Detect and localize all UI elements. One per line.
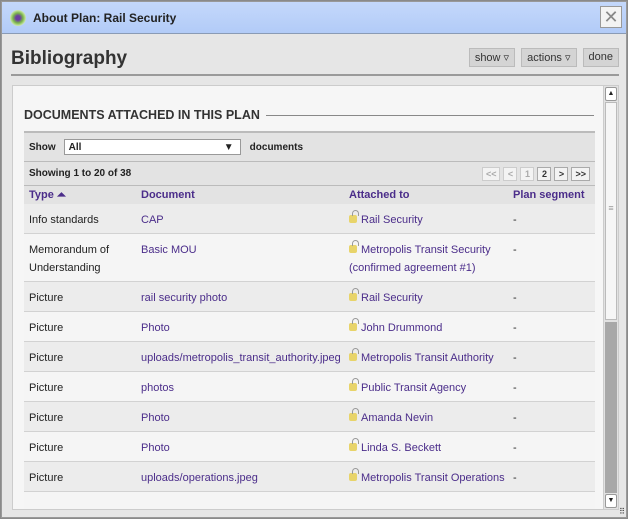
attached-to-link[interactable]: Metropolis Transit Security (confirmed a… bbox=[349, 244, 491, 274]
lock-icon bbox=[349, 408, 359, 421]
row-plan-segment: - bbox=[513, 382, 517, 394]
lock-icon bbox=[349, 288, 359, 301]
row-type: Picture bbox=[29, 382, 64, 394]
first-page-button[interactable]: << bbox=[481, 166, 501, 181]
row-plan-segment: - bbox=[513, 244, 517, 256]
row-type: Picture bbox=[29, 442, 64, 454]
row-plan-segment: - bbox=[513, 214, 517, 226]
document-link[interactable]: rail security photo bbox=[141, 292, 227, 304]
document-filter-select[interactable]: All ▼ bbox=[63, 139, 241, 155]
table-row: Picture photos Public Transit Agency - bbox=[24, 372, 595, 402]
filter-value: All bbox=[68, 141, 82, 153]
document-link[interactable]: uploads/metropolis_transit_authority.jpe… bbox=[141, 352, 341, 364]
show-menu-button[interactable]: show ▿ bbox=[468, 48, 516, 67]
document-link[interactable]: uploads/operations.jpeg bbox=[141, 472, 258, 484]
resize-grip-icon[interactable]: ⠿ bbox=[619, 507, 625, 516]
attached-to-link[interactable]: John Drummond bbox=[361, 322, 442, 334]
row-type: Picture bbox=[29, 472, 64, 484]
content-panel: DOCUMENTS ATTACHED IN THIS PLAN Show All… bbox=[12, 85, 619, 510]
row-type: Picture bbox=[29, 292, 64, 304]
header: Bibliography show ▿ actions ▿ done bbox=[11, 46, 619, 76]
table-row: Picture rail security photo Rail Securit… bbox=[24, 282, 595, 312]
row-plan-segment: - bbox=[513, 412, 517, 424]
title-bar[interactable]: About Plan: Rail Security bbox=[2, 2, 626, 34]
lock-icon bbox=[349, 438, 359, 451]
paging-summary: Showing 1 to 20 of 38 bbox=[29, 168, 132, 179]
lock-icon bbox=[349, 378, 359, 391]
document-link[interactable]: Photo bbox=[141, 322, 170, 334]
table-row: Picture uploads/operations.jpeg Metropol… bbox=[24, 462, 595, 492]
show-label: Show bbox=[29, 141, 56, 153]
documents-label: documents bbox=[249, 141, 304, 153]
column-type[interactable]: Type ⏶ bbox=[24, 189, 141, 202]
lock-icon bbox=[349, 468, 359, 481]
section-title: DOCUMENTS ATTACHED IN THIS PLAN bbox=[24, 108, 260, 122]
table-row: Picture Photo Linda S. Beckett - bbox=[24, 432, 595, 462]
document-link[interactable]: photos bbox=[141, 382, 174, 394]
lock-icon bbox=[349, 210, 359, 223]
scroll-down-icon[interactable]: ▼ bbox=[605, 494, 617, 508]
app-logo-icon bbox=[10, 9, 26, 26]
done-button[interactable]: done bbox=[582, 48, 619, 67]
paging-bar: Showing 1 to 20 of 38 << < 1 2 > >> bbox=[24, 161, 595, 186]
next-page-button[interactable]: > bbox=[554, 166, 569, 181]
column-document[interactable]: Document bbox=[141, 189, 349, 201]
lock-icon bbox=[349, 318, 359, 331]
filter-bar: Show All ▼ documents bbox=[24, 131, 595, 161]
row-plan-segment: - bbox=[513, 352, 517, 364]
vertical-scrollbar[interactable]: ▲ ≡ ▼ bbox=[603, 86, 618, 509]
window-title: About Plan: Rail Security bbox=[33, 10, 177, 25]
row-plan-segment: - bbox=[513, 292, 517, 304]
row-plan-segment: - bbox=[513, 322, 517, 334]
attached-to-link[interactable]: Metropolis Transit Operations bbox=[361, 472, 505, 484]
row-type: Info standards bbox=[29, 214, 99, 226]
table-row: Memorandum of Understanding Basic MOU Me… bbox=[24, 234, 595, 282]
document-link[interactable]: CAP bbox=[141, 214, 164, 226]
row-type: Picture bbox=[29, 412, 64, 424]
section-heading: DOCUMENTS ATTACHED IN THIS PLAN bbox=[24, 108, 594, 122]
table-row: Picture uploads/metropolis_transit_autho… bbox=[24, 342, 595, 372]
page-1-button[interactable]: 1 bbox=[520, 166, 535, 181]
scroll-up-icon[interactable]: ▲ bbox=[605, 87, 617, 101]
prev-page-button[interactable]: < bbox=[503, 166, 518, 181]
documents-table: Show All ▼ documents Showing 1 to 20 of 3… bbox=[24, 131, 595, 509]
attached-to-link[interactable]: Metropolis Transit Authority bbox=[361, 352, 494, 364]
table-row bbox=[24, 492, 595, 509]
row-type: Memorandum of Understanding bbox=[29, 244, 110, 274]
lock-icon bbox=[349, 348, 359, 361]
column-plan-segment[interactable]: Plan segment bbox=[513, 189, 595, 201]
row-type: Picture bbox=[29, 322, 64, 334]
attached-to-link[interactable]: Amanda Nevin bbox=[361, 412, 433, 424]
page-2-button[interactable]: 2 bbox=[537, 166, 552, 181]
row-type: Picture bbox=[29, 352, 64, 364]
document-link[interactable]: Photo bbox=[141, 442, 170, 454]
lock-icon bbox=[349, 240, 359, 253]
row-plan-segment: - bbox=[513, 472, 517, 484]
document-link[interactable]: Photo bbox=[141, 412, 170, 424]
dropdown-arrow-icon: ▼ bbox=[223, 141, 234, 153]
document-link[interactable]: Basic MOU bbox=[141, 244, 197, 256]
attached-to-link[interactable]: Linda S. Beckett bbox=[361, 442, 441, 454]
table-row: Info standards CAP Rail Security - bbox=[24, 204, 595, 234]
last-page-button[interactable]: >> bbox=[571, 166, 590, 181]
actions-menu-button[interactable]: actions ▿ bbox=[521, 48, 577, 67]
scroll-thumb[interactable]: ≡ bbox=[605, 102, 617, 320]
row-plan-segment: - bbox=[513, 442, 517, 454]
table-row: Picture Photo John Drummond - bbox=[24, 312, 595, 342]
attached-to-link[interactable]: Rail Security bbox=[361, 292, 423, 304]
table-row: Picture Photo Amanda Nevin - bbox=[24, 402, 595, 432]
attached-to-link[interactable]: Rail Security bbox=[361, 214, 423, 226]
about-plan-dialog: About Plan: Rail Security ✕ Bibliography… bbox=[1, 1, 627, 518]
table-header: Type ⏶ Document Attached to Plan segment bbox=[24, 186, 595, 204]
column-attached-to[interactable]: Attached to bbox=[349, 189, 513, 201]
divider bbox=[265, 114, 594, 116]
scroll-track[interactable] bbox=[605, 322, 617, 493]
page-title: Bibliography bbox=[11, 48, 128, 69]
attached-to-link[interactable]: Public Transit Agency bbox=[361, 382, 466, 394]
close-button[interactable]: ✕ bbox=[600, 6, 622, 28]
